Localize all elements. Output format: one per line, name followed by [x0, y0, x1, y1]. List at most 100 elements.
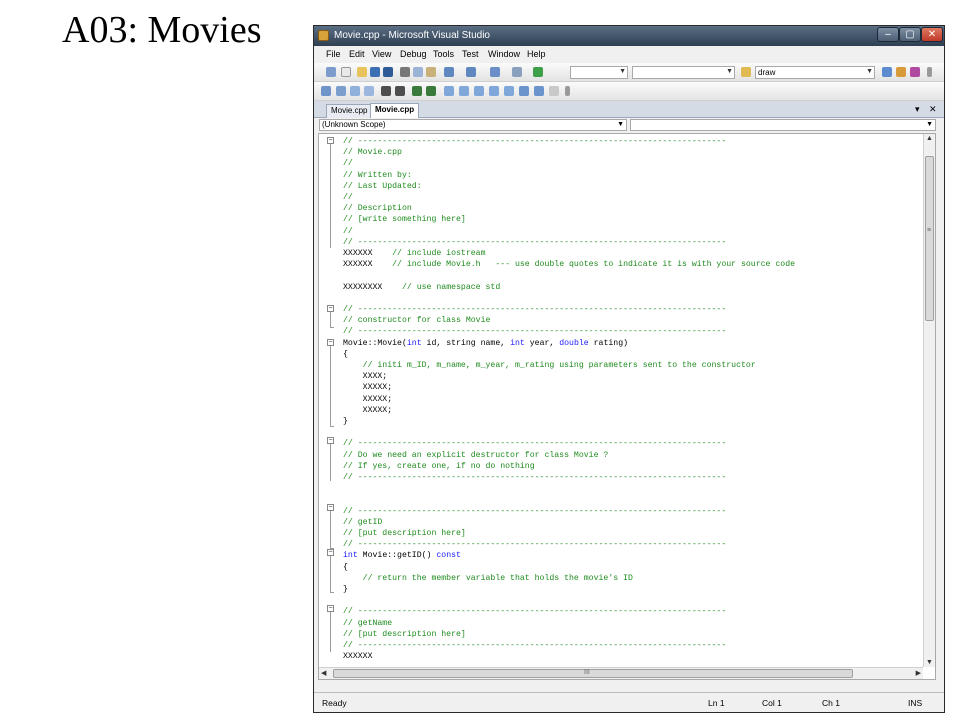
- uncomment-icon[interactable]: [426, 86, 436, 96]
- tab-dropdown-icon[interactable]: ▾: [915, 104, 920, 115]
- scroll-left-icon[interactable]: ◀: [321, 669, 326, 677]
- configuration-combo[interactable]: ▼: [570, 66, 628, 79]
- new-project-icon[interactable]: [326, 67, 336, 77]
- code-line[interactable]: // -------------------------------------…: [343, 438, 726, 449]
- collapse-getname-comment-icon[interactable]: −: [327, 605, 334, 612]
- find-in-files-icon[interactable]: [741, 67, 751, 77]
- code-line[interactable]: // If yes, create one, if no do nothing: [343, 461, 535, 472]
- complete-word-icon[interactable]: [364, 86, 374, 96]
- code-line[interactable]: // [write something here]: [343, 214, 466, 225]
- find-combo[interactable]: draw ▼: [755, 66, 875, 79]
- code-line[interactable]: // -------------------------------------…: [343, 326, 726, 337]
- collapse-header-comment-icon[interactable]: −: [327, 137, 334, 144]
- code-line[interactable]: // initi m_ID, m_name, m_year, m_rating …: [343, 360, 756, 371]
- code-line[interactable]: XXXXX;: [343, 394, 393, 405]
- collapse-constructor-comment-icon[interactable]: −: [327, 305, 334, 312]
- vertical-scroll-thumb[interactable]: ≡: [925, 156, 934, 321]
- decrease-indent-icon[interactable]: [381, 86, 391, 96]
- menu-debug[interactable]: Debug: [400, 49, 427, 59]
- maximize-button[interactable]: ▢: [899, 27, 921, 42]
- code-line[interactable]: {: [343, 349, 348, 360]
- code-line[interactable]: // -------------------------------------…: [343, 539, 726, 550]
- horizontal-scroll-thumb[interactable]: III: [333, 669, 853, 678]
- undo-icon[interactable]: [444, 67, 454, 77]
- code-line[interactable]: // -------------------------------------…: [343, 136, 726, 147]
- menu-test[interactable]: Test: [462, 49, 479, 59]
- scroll-down-icon[interactable]: ▼: [926, 659, 933, 666]
- previous-bookmark-document-icon[interactable]: [519, 86, 529, 96]
- code-line[interactable]: // Last Updated:: [343, 181, 422, 192]
- platform-combo[interactable]: ▼: [632, 66, 735, 79]
- code-line[interactable]: // getName: [343, 618, 392, 629]
- code-line[interactable]: //: [343, 192, 353, 203]
- solution-explorer-icon[interactable]: [882, 67, 892, 77]
- scroll-right-icon[interactable]: ▶: [916, 669, 921, 677]
- comment-out-icon[interactable]: [412, 86, 422, 96]
- code-line[interactable]: // -------------------------------------…: [343, 606, 726, 617]
- code-line[interactable]: // -------------------------------------…: [343, 304, 726, 315]
- scope-combo[interactable]: (Unknown Scope) ▼: [319, 119, 627, 131]
- collapse-constructor-icon[interactable]: −: [327, 339, 334, 346]
- navigate-icon[interactable]: [490, 67, 500, 77]
- menu-tools[interactable]: Tools: [433, 49, 454, 59]
- redo-icon[interactable]: [466, 67, 476, 77]
- next-bookmark-folder-icon[interactable]: [504, 86, 514, 96]
- code-line[interactable]: XXXXXX: [343, 651, 372, 662]
- previous-bookmark-folder-icon[interactable]: [489, 86, 499, 96]
- cut-icon[interactable]: [400, 67, 410, 77]
- properties-icon[interactable]: [896, 67, 906, 77]
- collapse-getid-icon[interactable]: −: [327, 549, 334, 556]
- quick-info-icon[interactable]: [350, 86, 360, 96]
- code-line[interactable]: }: [343, 584, 348, 595]
- toggle-bookmark-icon[interactable]: [444, 86, 454, 96]
- horizontal-scrollbar[interactable]: ◀ III ▶: [319, 667, 923, 679]
- copy-icon[interactable]: [413, 67, 423, 77]
- start-debugging-icon[interactable]: [533, 67, 543, 77]
- code-line[interactable]: XXXXX;: [343, 405, 393, 416]
- code-line[interactable]: XXXXX;: [343, 382, 393, 393]
- code-line[interactable]: // [put description here]: [343, 528, 466, 539]
- tab-movie-cpp-inactive[interactable]: Movie.cpp: [326, 104, 373, 118]
- editor-toolbar-overflow-icon[interactable]: [565, 86, 570, 96]
- save-icon[interactable]: [370, 67, 380, 77]
- next-bookmark-document-icon[interactable]: [534, 86, 544, 96]
- increase-indent-icon[interactable]: [395, 86, 405, 96]
- code-line[interactable]: XXXXXXXX // use namespace std: [343, 282, 500, 293]
- menu-window[interactable]: Window: [488, 49, 520, 59]
- member-combo[interactable]: ▼: [630, 119, 936, 131]
- code-line[interactable]: // Do we need an explicit destructor for…: [343, 450, 608, 461]
- code-editor[interactable]: // -------------------------------------…: [318, 133, 936, 680]
- code-line[interactable]: // -------------------------------------…: [343, 472, 726, 483]
- display-object-member-list-icon[interactable]: [321, 86, 331, 96]
- scroll-up-icon[interactable]: ▲: [926, 135, 933, 142]
- minimize-button[interactable]: –: [877, 27, 899, 42]
- vertical-scrollbar[interactable]: ▲ ≡ ▼: [923, 134, 935, 667]
- code-line[interactable]: // Written by:: [343, 170, 412, 181]
- open-file-icon[interactable]: [357, 67, 367, 77]
- tab-movie-cpp-active[interactable]: Movie.cpp: [370, 103, 420, 118]
- code-line[interactable]: // -------------------------------------…: [343, 640, 726, 651]
- code-line[interactable]: XXXXXX // include Movie.h --- use double…: [343, 259, 795, 270]
- menu-edit[interactable]: Edit: [349, 49, 365, 59]
- toolbar-overflow-icon[interactable]: [927, 67, 932, 77]
- code-line[interactable]: // -------------------------------------…: [343, 506, 726, 517]
- menu-help[interactable]: Help: [527, 49, 546, 59]
- code-line[interactable]: // constructor for class Movie: [343, 315, 490, 326]
- code-line[interactable]: // getID: [343, 517, 382, 528]
- code-line[interactable]: // -------------------------------------…: [343, 237, 726, 248]
- menu-file[interactable]: File: [326, 49, 341, 59]
- code-line[interactable]: //: [343, 158, 353, 169]
- save-all-icon[interactable]: [383, 67, 393, 77]
- collapse-destructor-comment-icon[interactable]: −: [327, 437, 334, 444]
- code-line[interactable]: Movie::Movie(int id, string name, int ye…: [343, 338, 628, 349]
- code-line[interactable]: }: [343, 416, 348, 427]
- code-line[interactable]: XXXX;: [343, 371, 388, 382]
- collapse-getid-comment-icon[interactable]: −: [327, 504, 334, 511]
- add-item-icon[interactable]: [341, 67, 351, 77]
- code-line[interactable]: int Movie::getID() const: [343, 550, 461, 561]
- code-line[interactable]: {: [343, 562, 348, 573]
- solution-config-icon[interactable]: [512, 67, 522, 77]
- tab-close-icon[interactable]: ✕: [929, 104, 937, 115]
- code-line[interactable]: //: [343, 226, 353, 237]
- menu-view[interactable]: View: [372, 49, 391, 59]
